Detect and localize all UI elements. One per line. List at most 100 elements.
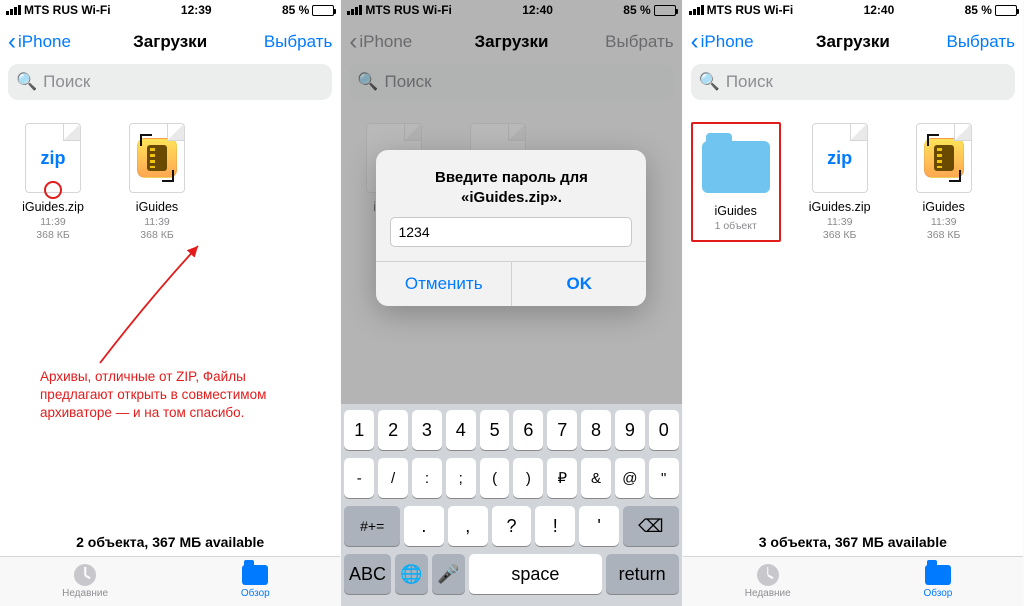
file-name: iGuides	[693, 204, 779, 218]
key[interactable]: 0	[649, 410, 679, 450]
file-item-archive[interactable]: iGuides 11:39368 КБ	[899, 122, 989, 242]
key[interactable]: 4	[446, 410, 476, 450]
key[interactable]: 8	[581, 410, 611, 450]
key[interactable]: :	[412, 458, 442, 498]
file-item-folder[interactable]: iGuides 1 объект	[691, 122, 781, 242]
file-meta: 1 объект	[693, 220, 779, 233]
file-item-zip[interactable]: zip iGuides.zip 11:39368 КБ	[795, 122, 885, 242]
file-time: 11:39	[40, 216, 66, 228]
key[interactable]: 9	[615, 410, 645, 450]
key[interactable]: (	[480, 458, 510, 498]
key[interactable]: 3	[412, 410, 442, 450]
search-wrap: 🔍Поиск	[341, 64, 681, 108]
key-globe[interactable]: 🌐	[395, 554, 428, 594]
search-icon: 🔍	[16, 72, 37, 92]
keyboard-row-1: 1234567890	[344, 410, 678, 450]
key[interactable]: ;	[446, 458, 476, 498]
key[interactable]: !	[535, 506, 575, 546]
file-size: 368 КБ	[823, 229, 856, 241]
search-input[interactable]: 🔍 Поиск	[691, 64, 1015, 100]
file-grid: zip iGuides.zip 11:39368 КБ iGuides 11:3…	[0, 108, 340, 526]
file-size: 368 КБ	[927, 229, 960, 241]
key[interactable]: ?	[492, 506, 532, 546]
modal-message: Введите пароль для «iGuides.zip».	[376, 150, 646, 217]
search-wrap: 🔍 Поиск	[683, 64, 1023, 108]
key[interactable]: 1	[344, 410, 374, 450]
nav-bar: ‹iPhone Загрузки Выбрать	[341, 20, 681, 64]
archive-file-icon	[129, 123, 185, 193]
key[interactable]: &	[581, 458, 611, 498]
carrier-label: MTS RUS Wi-Fi	[24, 3, 111, 17]
battery-percent: 85 %	[965, 3, 992, 17]
file-item-archive[interactable]: iGuides 11:39368 КБ	[112, 122, 202, 242]
key[interactable]: '	[579, 506, 619, 546]
carrier-label: MTS RUS Wi-Fi	[707, 3, 794, 17]
key[interactable]: /	[378, 458, 408, 498]
select-button[interactable]: Выбрать	[264, 32, 332, 52]
key[interactable]: @	[615, 458, 645, 498]
back-label: iPhone	[701, 32, 754, 52]
archive-file-icon	[916, 123, 972, 193]
key[interactable]: ₽	[547, 458, 577, 498]
file-item-zip[interactable]: zip iGuides.zip 11:39368 КБ	[8, 122, 98, 242]
zip-file-icon: zip	[812, 123, 868, 193]
key[interactable]: 5	[480, 410, 510, 450]
key[interactable]: 2	[378, 410, 408, 450]
ok-button[interactable]: OK	[512, 262, 647, 306]
annotation-circle-icon	[44, 181, 62, 199]
keyboard-row-3: #+=.,?!'⌫	[344, 506, 678, 546]
keyboard-row-4: ABC 🌐 🎤 space return	[344, 554, 678, 594]
file-time: 11:39	[931, 216, 957, 228]
key[interactable]: ,	[448, 506, 488, 546]
tab-browse[interactable]: Обзор	[853, 557, 1023, 606]
signal-icon	[689, 5, 704, 15]
file-name: iGuides	[112, 200, 202, 214]
select-button: Выбрать	[605, 32, 673, 52]
back-button[interactable]: ‹iPhone	[691, 32, 754, 52]
file-name: iGuides.zip	[8, 200, 98, 214]
file-name: iGuides	[899, 200, 989, 214]
signal-icon	[347, 5, 362, 15]
annotation-arrow-icon	[90, 238, 250, 368]
key[interactable]: -	[344, 458, 374, 498]
carrier-label: MTS RUS Wi-Fi	[365, 3, 452, 17]
keyboard-row-2: -/:;()₽&@"	[344, 458, 678, 498]
search-input[interactable]: 🔍 Поиск	[8, 64, 332, 100]
tab-recents[interactable]: Недавние	[683, 557, 853, 606]
key[interactable]: ⌫	[623, 506, 679, 546]
search-placeholder: Поиск	[726, 72, 773, 92]
keyboard: 1234567890 -/:;()₽&@" #+=.,?!'⌫ ABC 🌐 🎤 …	[341, 404, 681, 606]
cancel-button[interactable]: Отменить	[376, 262, 512, 306]
tab-recents[interactable]: Недавние	[0, 557, 170, 606]
key[interactable]: 7	[547, 410, 577, 450]
folder-icon	[702, 141, 770, 193]
battery-icon	[654, 5, 676, 16]
back-button[interactable]: ‹iPhone	[8, 32, 71, 52]
battery-percent: 85 %	[282, 3, 309, 17]
select-button[interactable]: Выбрать	[947, 32, 1015, 52]
key-mic[interactable]: 🎤	[432, 554, 465, 594]
key[interactable]: #+=	[344, 506, 400, 546]
screen-1: MTS RUS Wi-Fi 12:39 85 % ‹iPhone Загрузк…	[0, 0, 341, 606]
search-icon: 🔍	[699, 72, 720, 92]
key-return[interactable]: return	[606, 554, 679, 594]
search-input: 🔍Поиск	[349, 64, 673, 100]
key[interactable]: .	[404, 506, 444, 546]
folder-icon	[242, 565, 268, 585]
tab-label: Недавние	[62, 588, 108, 599]
password-input[interactable]	[390, 217, 632, 247]
nav-bar: ‹iPhone Загрузки Выбрать	[0, 20, 340, 64]
key-space[interactable]: space	[469, 554, 602, 594]
search-placeholder: Поиск	[43, 72, 90, 92]
file-size: 368 КБ	[36, 229, 69, 241]
tab-label: Обзор	[241, 588, 270, 599]
file-grid: iGuides 1 объект zip iGuides.zip 11:3936…	[683, 108, 1023, 526]
screen-3: MTS RUS Wi-Fi 12:40 85 % ‹iPhone Загрузк…	[683, 0, 1024, 606]
search-wrap: 🔍 Поиск	[0, 64, 340, 108]
key[interactable]: )	[513, 458, 543, 498]
key[interactable]: 6	[513, 410, 543, 450]
key-abc[interactable]: ABC	[344, 554, 390, 594]
status-bar: MTS RUS Wi-Fi 12:40 85 %	[683, 0, 1023, 20]
tab-browse[interactable]: Обзор	[170, 557, 340, 606]
key[interactable]: "	[649, 458, 679, 498]
